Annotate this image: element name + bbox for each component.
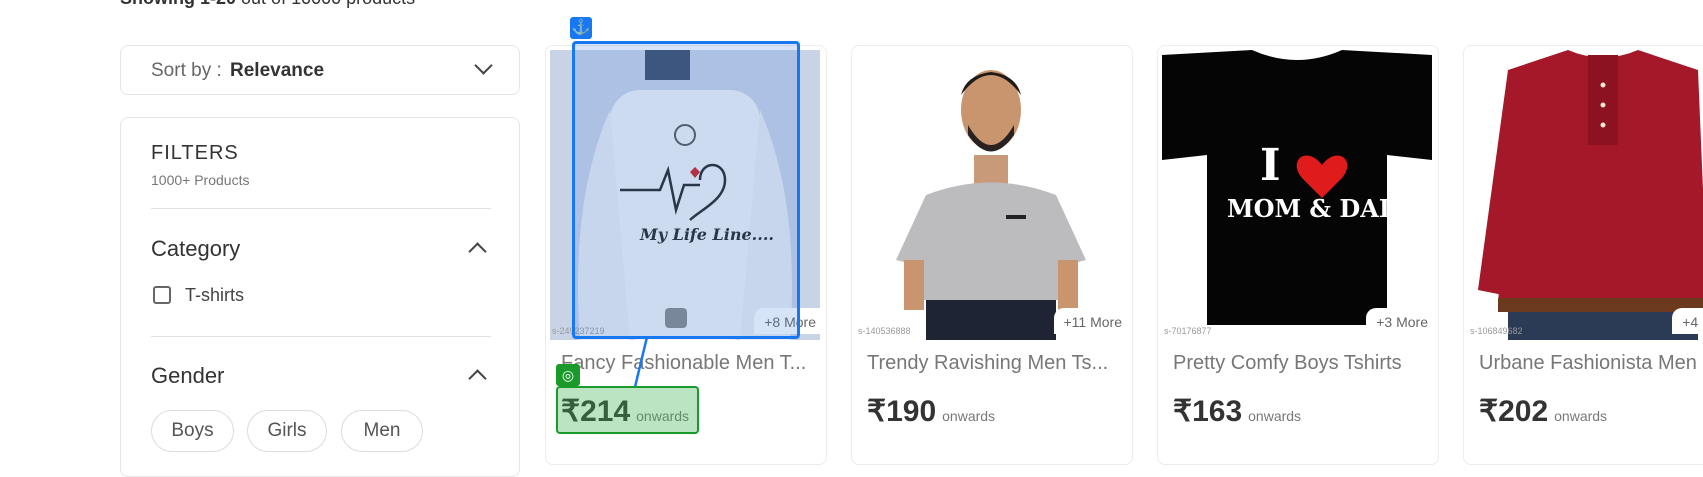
more-variants-badge: +3 More bbox=[1366, 308, 1434, 334]
gender-title: Gender bbox=[151, 363, 225, 388]
divider bbox=[151, 208, 491, 209]
category-title: Category bbox=[151, 236, 241, 261]
product-card[interactable]: s-140536888 +11 More Trendy Ravishing Me… bbox=[851, 45, 1133, 465]
target-highlight bbox=[556, 386, 699, 434]
sort-value: Relevance bbox=[230, 60, 325, 81]
svg-text:I: I bbox=[1260, 140, 1281, 191]
chevron-up-icon[interactable] bbox=[468, 242, 487, 261]
sort-label: Sort by : bbox=[151, 60, 222, 81]
product-image[interactable]: I MOM & DAD bbox=[1162, 50, 1432, 340]
product-title[interactable]: Urbane Fashionista Men bbox=[1479, 352, 1697, 375]
selection-highlight bbox=[572, 41, 800, 339]
product-card[interactable]: s-106849682 +4 More Urbane Fashionista M… bbox=[1463, 45, 1703, 465]
connector-line bbox=[633, 336, 649, 388]
svg-text:MOM & DAD: MOM & DAD bbox=[1227, 194, 1400, 223]
chevron-up-icon[interactable] bbox=[468, 369, 487, 388]
chip-boys[interactable]: Boys bbox=[151, 410, 234, 452]
filters-panel: FILTERS 1000+ Products Category T-shirts… bbox=[120, 117, 520, 477]
anchor-icon: ⚓ bbox=[570, 17, 592, 39]
price-value: ₹190 bbox=[867, 395, 937, 428]
product-price: ₹163 onwards bbox=[1173, 394, 1301, 429]
product-sku: s-140536888 bbox=[858, 326, 911, 336]
sort-dropdown[interactable]: Sort by : Relevance bbox=[120, 45, 520, 95]
results-count: Showing 1-20 out of 10000 products bbox=[120, 0, 415, 9]
price-value: ₹163 bbox=[1173, 395, 1243, 428]
filters-product-count: 1000+ Products bbox=[151, 172, 250, 188]
product-title[interactable]: Pretty Comfy Boys Tshirts bbox=[1173, 352, 1402, 375]
price-value: ₹202 bbox=[1479, 395, 1549, 428]
results-range: Showing 1-20 bbox=[120, 0, 236, 8]
product-image[interactable] bbox=[1468, 50, 1703, 340]
product-sku: s-70176877 bbox=[1164, 326, 1212, 336]
tshirts-label[interactable]: T-shirts bbox=[185, 285, 244, 306]
target-icon: ◎ bbox=[556, 364, 580, 386]
more-variants-badge: +11 More bbox=[1053, 308, 1128, 334]
price-onwards: onwards bbox=[942, 408, 996, 424]
product-price: ₹202 onwards bbox=[1479, 394, 1607, 429]
tshirts-checkbox[interactable] bbox=[153, 286, 171, 304]
chevron-down-icon bbox=[474, 56, 493, 75]
product-price: ₹190 onwards bbox=[867, 394, 995, 429]
price-onwards: onwards bbox=[1554, 408, 1608, 424]
product-title[interactable]: Fancy Fashionable Men T... bbox=[561, 352, 806, 375]
product-sku: s-106849682 bbox=[1470, 326, 1523, 336]
chip-girls[interactable]: Girls bbox=[247, 410, 327, 452]
product-title[interactable]: Trendy Ravishing Men Ts... bbox=[867, 352, 1108, 375]
divider bbox=[151, 336, 491, 337]
chip-men[interactable]: Men bbox=[341, 410, 423, 452]
price-onwards: onwards bbox=[1248, 408, 1302, 424]
product-image[interactable] bbox=[856, 50, 1126, 340]
more-variants-badge: +4 More bbox=[1672, 308, 1703, 334]
filters-title: FILTERS bbox=[151, 142, 239, 164]
results-total: out of 10000 products bbox=[241, 0, 415, 8]
product-card[interactable]: I MOM & DAD s-70176877 +3 More Pretty Co… bbox=[1157, 45, 1439, 465]
